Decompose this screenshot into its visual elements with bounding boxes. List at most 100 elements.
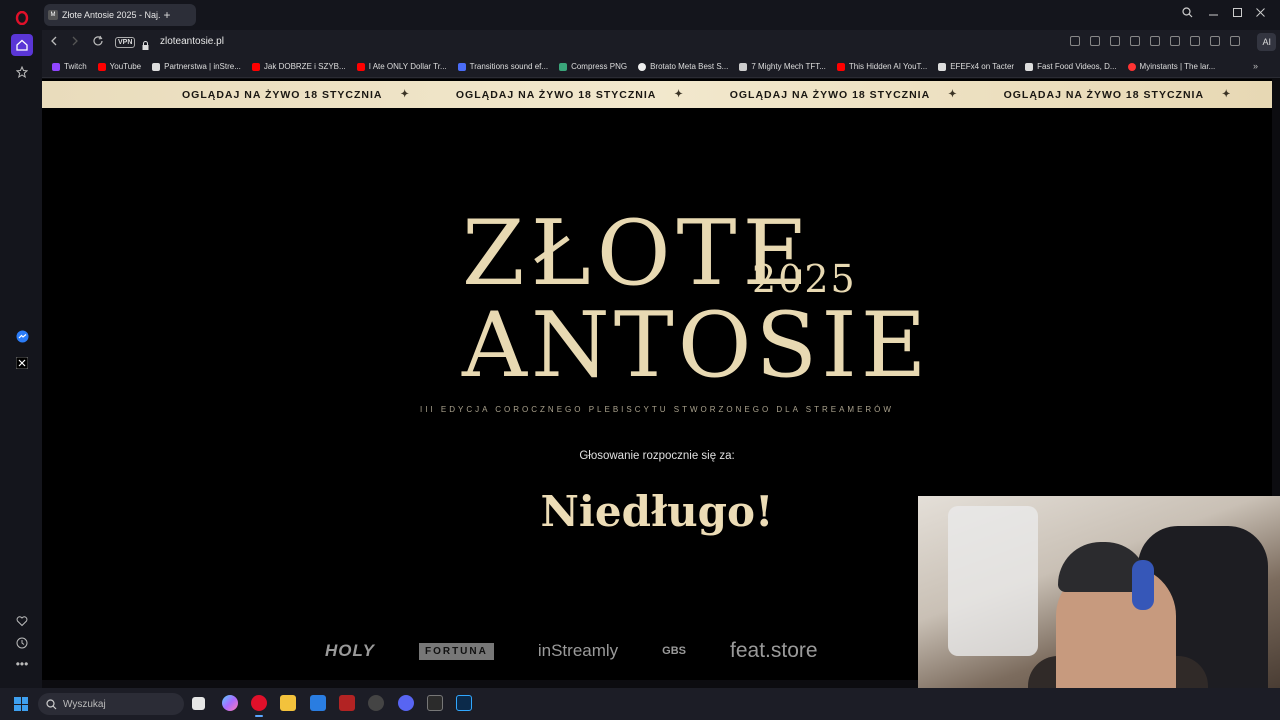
messenger-icon[interactable]	[11, 325, 33, 347]
close-icon[interactable]	[1255, 7, 1266, 21]
sparkle-icon: ✦	[1222, 89, 1232, 100]
marquee-banner: OGLĄDAJ NA ŻYWO 18 STYCZNIA ✦ OGLĄDAJ NA …	[42, 81, 1272, 108]
bookmark-item[interactable]: Brotato Meta Best S...	[638, 62, 728, 71]
tab-bar: M Złote Antosie 2025 - Naj... +	[42, 0, 1280, 30]
bookmark-item[interactable]: Myinstants | The lar...	[1127, 62, 1215, 71]
bookmark-item[interactable]: 7 Mighty Mech TFT...	[739, 62, 826, 71]
tft-icon	[739, 62, 748, 71]
browser-sidebar: •••	[0, 0, 42, 688]
sponsor-logo-instreamly[interactable]: inStreamly	[538, 641, 618, 661]
bookmarks-bar: Twitch YouTube Partnerstwa | inStre... J…	[42, 56, 1280, 78]
copilot-icon[interactable]	[222, 695, 238, 711]
webcam-headset	[1132, 560, 1154, 610]
terminal-icon[interactable]	[427, 695, 443, 711]
sponsor-logo-featstore[interactable]: feat.store	[730, 639, 818, 663]
screen: ••• M Złote Antosie 2025 - Naj... + VPN …	[0, 0, 1280, 720]
bookmark-item[interactable]: YouTube	[97, 62, 141, 71]
bookmark-item[interactable]: Jak DOBRZE i SZYB...	[251, 62, 346, 71]
more-options-icon[interactable]: •••	[11, 653, 33, 675]
lock-icon[interactable]	[142, 37, 149, 50]
ai-button[interactable]: AI	[1257, 33, 1276, 51]
tab-title: Złote Antosie 2025 - Naj...	[62, 10, 166, 20]
marquee-item: OGLĄDAJ NA ŻYWO 18 STYCZNIA ✦	[729, 88, 958, 101]
bookmark-item[interactable]: Compress PNG	[559, 62, 627, 71]
panda-icon	[559, 62, 568, 71]
twitch-icon	[52, 62, 60, 71]
bookmark-item[interactable]: Partnerstwa | inStre...	[152, 62, 241, 71]
sparkle-icon: ✦	[400, 89, 410, 100]
menu-icon[interactable]	[1190, 36, 1200, 46]
sparkle-icon: ✦	[674, 89, 684, 100]
extensions-icon[interactable]	[1230, 36, 1240, 46]
logo-line-2: ANTOSIE	[462, 293, 931, 398]
store-icon[interactable]	[310, 695, 326, 711]
minimize-icon[interactable]	[1208, 7, 1219, 21]
search-icon	[46, 698, 57, 709]
home-icon[interactable]	[11, 34, 33, 56]
task-view-icon[interactable]	[192, 697, 205, 710]
reload-icon[interactable]	[92, 35, 104, 50]
search-tabs-icon[interactable]	[1182, 7, 1193, 21]
discord-icon[interactable]	[398, 695, 414, 711]
favorite-icon[interactable]	[1150, 36, 1160, 46]
address-bar: VPN zloteantosie.pl AI	[42, 30, 1280, 56]
edit-icon[interactable]	[1070, 36, 1080, 46]
x-twitter-icon[interactable]	[11, 352, 33, 374]
marquee-item: OGLĄDAJ NA ŻYWO 18 STYCZNIA ✦	[182, 88, 410, 101]
fastfood-icon	[1025, 62, 1034, 71]
bookmark-item[interactable]: Twitch	[52, 62, 87, 71]
webcam-overlay	[918, 496, 1280, 720]
bookmark-item[interactable]: I Ate ONLY Dollar Tr...	[356, 62, 447, 71]
taskbar: Wyszukaj	[0, 688, 1280, 720]
app-icon[interactable]	[339, 695, 355, 711]
play-icon[interactable]	[1130, 36, 1140, 46]
myinstants-icon	[1127, 62, 1136, 71]
vpn-badge[interactable]: VPN	[115, 37, 136, 48]
sponsors-row: HOLY FORTUNA inStreamly GBS feat.store	[325, 639, 862, 663]
new-tab-button[interactable]: +	[160, 8, 174, 22]
opera-taskbar-icon[interactable]	[251, 695, 267, 717]
address-actions	[1070, 36, 1240, 46]
windows-start-icon[interactable]	[14, 697, 28, 711]
bookmark-item[interactable]: Transitions sound ef...	[457, 62, 548, 71]
egg-icon	[638, 62, 647, 71]
sponsor-logo-holy[interactable]: HOLY	[325, 641, 375, 661]
back-icon[interactable]	[49, 35, 59, 50]
sponsor-logo-gbs[interactable]: GBS	[662, 645, 686, 657]
profile-icon[interactable]	[1210, 36, 1220, 46]
bookmark-item[interactable]: Fast Food Videos, D...	[1025, 62, 1117, 71]
forward-icon[interactable]	[70, 35, 80, 50]
marquee-item: OGLĄDAJ NA ŻYWO 18 STYCZNIA ✦	[1003, 88, 1232, 101]
star-icon[interactable]	[11, 61, 33, 83]
bookmark-item[interactable]: EFEFx4 on Tacter	[938, 62, 1014, 71]
camera-icon[interactable]	[1090, 36, 1100, 46]
shield-icon[interactable]	[1110, 36, 1120, 46]
tab-favicon-icon: M	[48, 10, 58, 20]
file-explorer-icon[interactable]	[280, 695, 296, 711]
sparkle-icon: ✦	[948, 89, 958, 100]
youtube-icon	[97, 62, 106, 71]
obs-icon[interactable]	[368, 695, 384, 711]
doc-icon	[457, 62, 466, 71]
page-icon	[152, 62, 161, 71]
heart-icon[interactable]	[11, 610, 33, 632]
webcam-background	[948, 506, 1038, 656]
bookmark-item[interactable]: This Hidden AI YouT...	[836, 62, 927, 71]
maximize-icon[interactable]	[1232, 7, 1243, 21]
photoshop-icon[interactable]	[456, 695, 472, 711]
download-icon[interactable]	[1170, 36, 1180, 46]
chevron-double-right-icon[interactable]: »	[1253, 61, 1258, 71]
history-icon[interactable]	[11, 632, 33, 654]
marquee-item: OGLĄDAJ NA ŻYWO 18 STYCZNIA ✦	[455, 88, 684, 101]
url-field[interactable]: zloteantosie.pl	[160, 36, 224, 47]
taskbar-search[interactable]: Wyszukaj	[38, 693, 184, 715]
opera-logo-icon[interactable]	[11, 7, 33, 29]
youtube-icon	[356, 62, 365, 71]
sponsor-logo-fortuna[interactable]: FORTUNA	[418, 642, 494, 660]
vote-countdown-label: Głosowanie rozpocznie się za:	[579, 450, 735, 462]
youtube-icon	[836, 62, 845, 71]
event-subtitle: III EDYCJA COROCZNEGO PLEBISCYTU STWORZO…	[420, 405, 894, 414]
tacter-icon	[938, 62, 947, 71]
taskbar-search-placeholder: Wyszukaj	[63, 698, 106, 710]
youtube-icon	[251, 62, 260, 71]
